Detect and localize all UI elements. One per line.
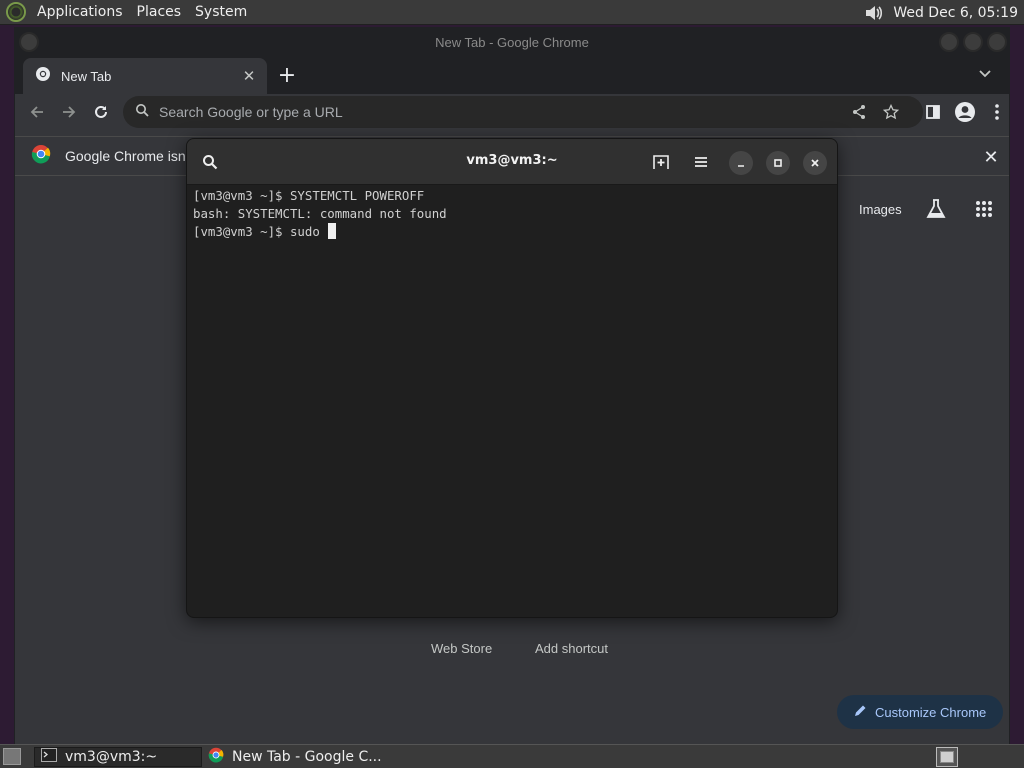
window-minimize-button[interactable]: [939, 32, 959, 52]
images-link[interactable]: Images: [859, 202, 902, 217]
terminal-headerbar[interactable]: vm3@vm3:~: [187, 139, 837, 185]
taskbar-label: New Tab - Google C...: [232, 749, 382, 765]
forward-button[interactable]: [55, 98, 83, 126]
text-cursor: [328, 223, 337, 239]
infobar-close-icon[interactable]: ✕: [979, 145, 1003, 169]
shortcut-web-store[interactable]: Web Store: [431, 641, 492, 656]
workspace-switcher[interactable]: [936, 747, 958, 767]
chrome-titlebar[interactable]: New Tab - Google Chrome: [15, 28, 1009, 56]
window-maximize-button[interactable]: [963, 32, 983, 52]
chrome-logo-icon: [208, 747, 224, 767]
terminal-search-icon[interactable]: [199, 151, 221, 173]
chrome-favicon-icon: [35, 66, 51, 86]
chrome-menu-kebab-icon[interactable]: [983, 98, 1009, 126]
labs-flask-icon[interactable]: [921, 194, 951, 224]
search-icon: [135, 103, 149, 121]
infobar-message: Google Chrome isn't: [65, 148, 193, 164]
panel-tray: Wed Dec 6, 05:19: [863, 0, 1018, 25]
side-panel-icon[interactable]: [919, 98, 947, 126]
new-tab-button[interactable]: +: [273, 61, 301, 89]
system-menu[interactable]: System: [192, 2, 250, 22]
chrome-toolbar: [15, 94, 1009, 130]
tab-close-icon[interactable]: ✕: [239, 66, 259, 86]
taskbar-label: vm3@vm3:~: [65, 749, 158, 765]
terminal-line: bash: SYSTEMCTL: command not found: [193, 206, 447, 221]
back-button[interactable]: [23, 98, 51, 126]
taskbar-item-terminal[interactable]: vm3@vm3:~: [34, 747, 202, 767]
tab-title: New Tab: [61, 68, 112, 84]
customize-chrome-button[interactable]: Customize Chrome: [837, 695, 1003, 729]
shortcut-add-shortcut[interactable]: Add shortcut: [535, 641, 608, 656]
top-panel: Applications Places System Wed Dec 6, 05…: [0, 0, 1024, 25]
tab-strip: New Tab ✕ +: [15, 56, 1009, 94]
bookmark-star-icon[interactable]: [877, 98, 905, 126]
terminal-prompt-line[interactable]: [vm3@vm3 ~]$ sudo: [193, 223, 831, 241]
google-apps-grid-icon[interactable]: [969, 194, 999, 224]
share-icon[interactable]: [845, 98, 873, 126]
terminal-line-text: [vm3@vm3 ~]$ sudo: [193, 224, 328, 239]
terminal-maximize-button[interactable]: [766, 151, 790, 175]
chrome-window-title: New Tab - Google Chrome: [435, 34, 589, 50]
window-menu-button[interactable]: [19, 32, 39, 52]
bottom-panel: vm3@vm3:~ New Tab - Google C...: [0, 744, 1024, 768]
clock[interactable]: Wed Dec 6, 05:19: [893, 5, 1018, 21]
tab-search-chevron-icon[interactable]: [973, 62, 997, 86]
terminal-line: [vm3@vm3 ~]$ SYSTEMCTL POWEROFF: [193, 188, 425, 203]
terminal-window[interactable]: vm3@vm3:~ [vm3@vm3 ~]$ SYSTEMCTL POWEROF…: [186, 138, 838, 618]
places-menu[interactable]: Places: [134, 2, 185, 22]
terminal-output[interactable]: [vm3@vm3 ~]$ SYSTEMCTL POWEROFF bash: SY…: [193, 187, 831, 617]
volume-icon[interactable]: [863, 3, 885, 23]
applications-menu[interactable]: Applications: [34, 2, 126, 22]
new-tab-terminal-icon[interactable]: [650, 151, 672, 173]
window-close-button[interactable]: [987, 32, 1007, 52]
terminal-minimize-button[interactable]: [729, 151, 753, 175]
omnibox[interactable]: [123, 96, 923, 128]
distro-logo-icon[interactable]: [6, 2, 26, 22]
taskbar-item-chrome[interactable]: New Tab - Google C...: [206, 747, 386, 767]
terminal-close-button[interactable]: [803, 151, 827, 175]
workspace-window-thumb: [940, 751, 954, 763]
reload-button[interactable]: [87, 98, 115, 126]
hamburger-menu-icon[interactable]: [690, 151, 712, 173]
chrome-logo-icon: [31, 144, 51, 168]
tab-new-tab[interactable]: New Tab ✕: [23, 58, 267, 94]
pencil-icon: [853, 704, 867, 721]
show-desktop-icon[interactable]: [3, 748, 21, 765]
address-input[interactable]: [159, 104, 759, 120]
customize-chrome-label: Customize Chrome: [875, 704, 987, 720]
profile-avatar-icon[interactable]: [951, 98, 979, 126]
terminal-icon: [41, 748, 57, 766]
